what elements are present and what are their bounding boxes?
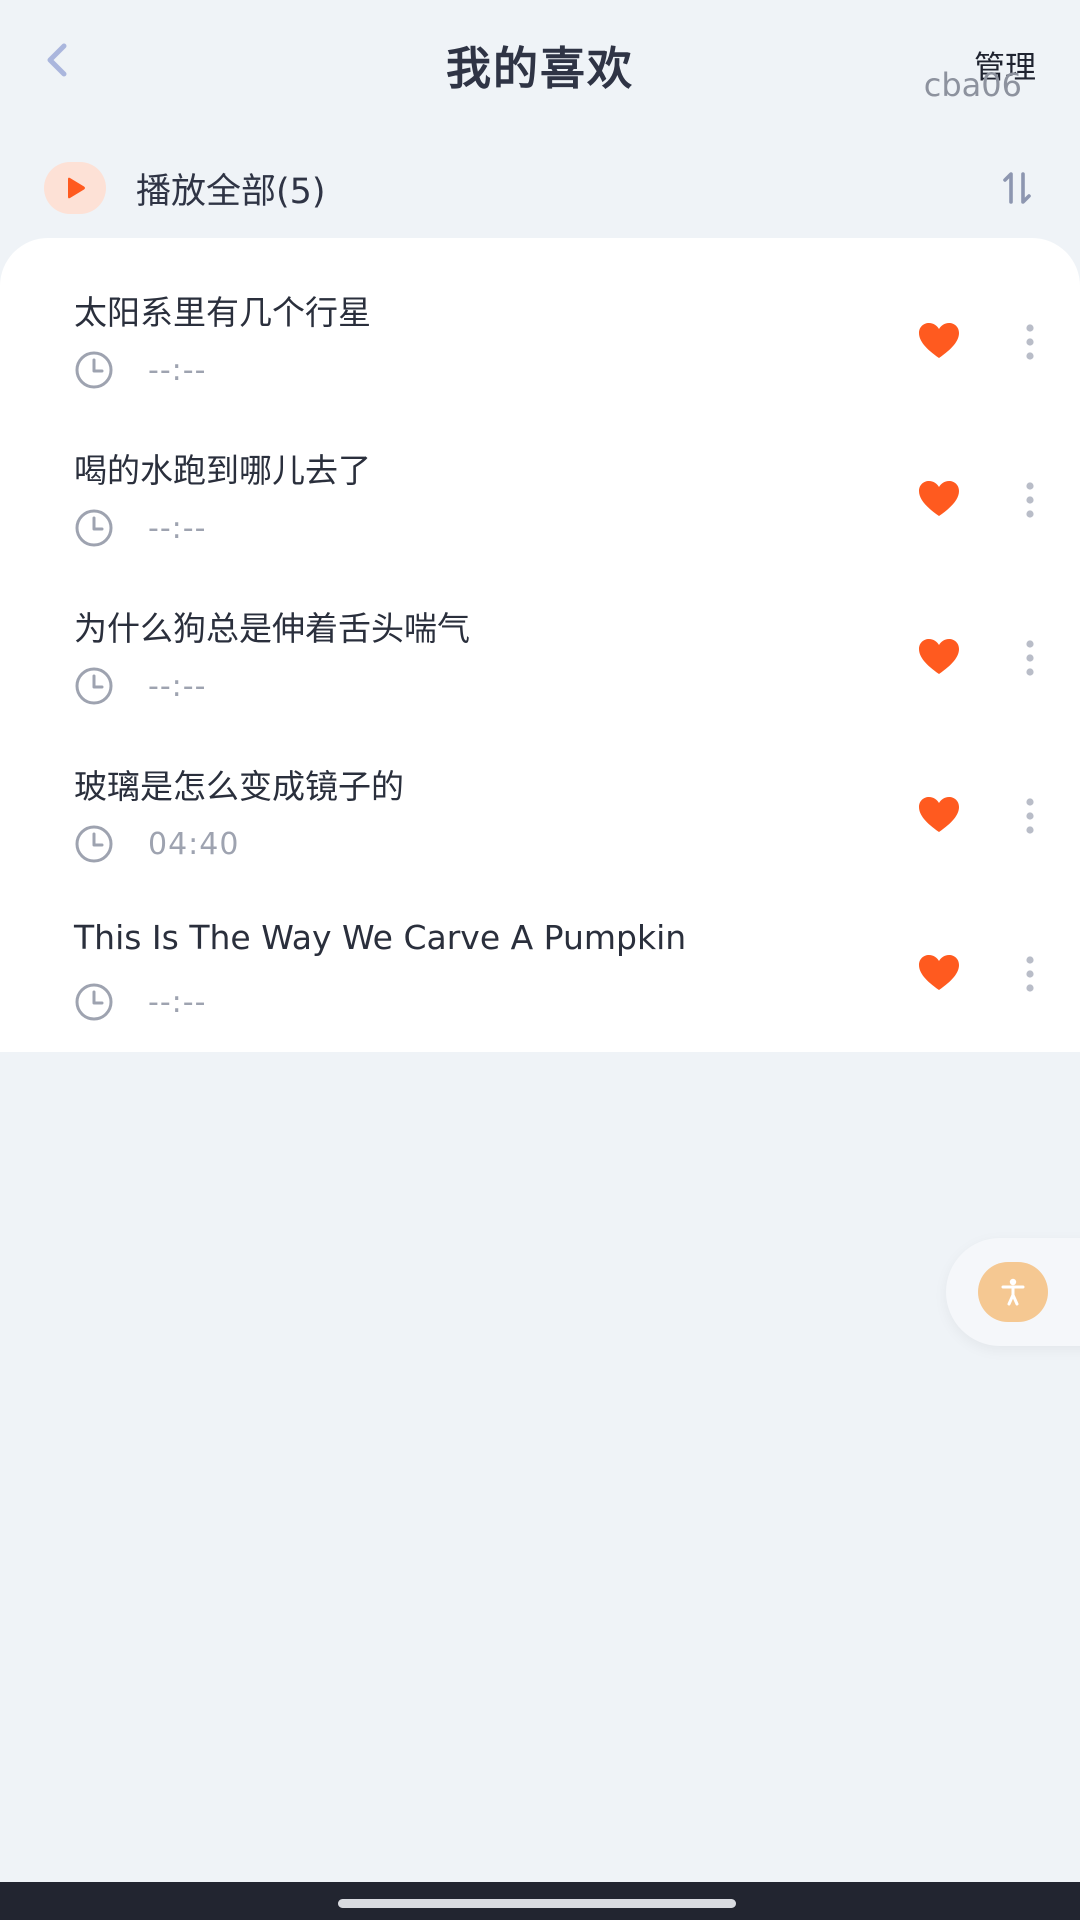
item-title: 为什么狗总是伸着舌头喘气 <box>74 609 470 648</box>
item-meta: --:-- <box>74 350 206 390</box>
sort-icon <box>1003 172 1031 204</box>
clock-icon <box>75 825 113 863</box>
item-meta: --:-- <box>74 508 206 548</box>
clock-icon <box>75 509 113 547</box>
more-options-button[interactable] <box>1018 954 1042 994</box>
clock-icon <box>75 983 113 1021</box>
item-title: 喝的水跑到哪儿去了 <box>74 451 371 490</box>
more-vertical-icon <box>1026 482 1034 518</box>
list-item[interactable]: This Is The Way We Carve A Pumpkin --:-- <box>0 870 1080 1028</box>
play-icon-badge <box>44 162 106 214</box>
item-duration: --:-- <box>148 984 207 1020</box>
sort-button[interactable] <box>996 166 1040 210</box>
heart-icon <box>919 797 959 832</box>
favorites-page: 我的喜欢 管理 cba06 播放全部(5) 太阳系里有几个行星 --:-- 喝的… <box>0 0 1080 1920</box>
more-vertical-icon <box>1026 640 1034 676</box>
play-all-label: 播放全部(5) <box>136 171 326 212</box>
favorite-button[interactable] <box>918 638 960 676</box>
more-vertical-icon <box>1026 324 1034 360</box>
list-item[interactable]: 太阳系里有几个行星 --:-- <box>0 238 1080 396</box>
item-meta: --:-- <box>74 666 206 706</box>
home-indicator[interactable] <box>338 1899 736 1908</box>
item-title: 太阳系里有几个行星 <box>74 293 371 332</box>
clock-icon <box>75 667 113 705</box>
floating-panel <box>946 1238 1080 1346</box>
item-duration: 04:40 <box>148 826 240 862</box>
accessibility-button[interactable] <box>978 1262 1048 1322</box>
play-icon <box>68 177 85 199</box>
more-options-button[interactable] <box>1018 322 1042 362</box>
item-meta: 04:40 <box>74 824 239 864</box>
item-duration: --:-- <box>148 668 207 704</box>
system-nav-bar <box>0 1882 1080 1920</box>
more-options-button[interactable] <box>1018 480 1042 520</box>
heart-icon <box>919 323 959 358</box>
more-options-button[interactable] <box>1018 638 1042 678</box>
item-duration: --:-- <box>148 510 207 546</box>
list-item[interactable]: 玻璃是怎么变成镜子的 04:40 <box>0 712 1080 870</box>
favorite-button[interactable] <box>918 480 960 518</box>
list-item[interactable]: 喝的水跑到哪儿去了 --:-- <box>0 396 1080 554</box>
page-title: 我的喜欢 <box>445 42 634 95</box>
item-duration: --:-- <box>148 352 207 388</box>
more-vertical-icon <box>1026 798 1034 834</box>
favorite-button[interactable] <box>918 322 960 360</box>
favorite-button[interactable] <box>918 954 960 992</box>
accessibility-icon <box>1001 1278 1025 1306</box>
more-vertical-icon <box>1026 956 1034 992</box>
heart-icon <box>919 481 959 516</box>
heart-icon <box>919 955 959 990</box>
favorites-list: 太阳系里有几个行星 --:-- 喝的水跑到哪儿去了 --:-- 为什么狗总是伸着… <box>0 238 1080 1052</box>
favorite-button[interactable] <box>918 796 960 834</box>
header-bar: 我的喜欢 管理 cba06 <box>0 0 1080 130</box>
item-title: This Is The Way We Carve A Pumpkin <box>74 918 687 957</box>
clock-icon <box>75 351 113 389</box>
list-item[interactable]: 为什么狗总是伸着舌头喘气 --:-- <box>0 554 1080 712</box>
play-all-button[interactable]: 播放全部(5) <box>44 160 326 216</box>
heart-icon <box>919 639 959 674</box>
more-options-button[interactable] <box>1018 796 1042 836</box>
item-title: 玻璃是怎么变成镜子的 <box>74 767 404 806</box>
watermark: cba06 <box>923 66 1022 104</box>
item-meta: --:-- <box>74 982 206 1022</box>
